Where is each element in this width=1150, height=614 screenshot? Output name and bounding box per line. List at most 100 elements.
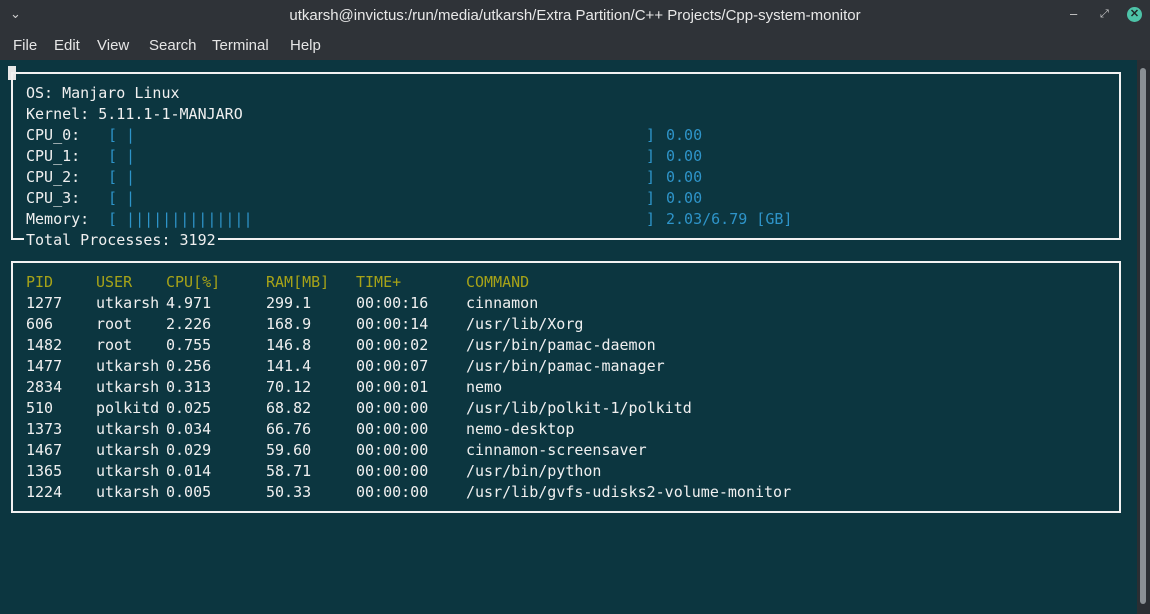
header-command: COMMAND — [466, 273, 530, 291]
table-row-command: /usr/bin/pamac-daemon — [466, 336, 656, 354]
table-row-cpu: 0.034 — [166, 420, 212, 438]
table-row-ram: 59.60 — [266, 441, 312, 459]
memory-bar: [ |||||||||||||| — [108, 210, 253, 228]
table-row-user: utkarsh — [96, 441, 160, 459]
table-row-command: nemo — [466, 378, 503, 396]
menu-help[interactable]: Help — [290, 37, 321, 54]
kernel-value: 5.11.1-1-MANJARO — [98, 105, 243, 123]
menu-search[interactable]: Search — [149, 37, 197, 54]
table-row-cpu: 0.029 — [166, 441, 212, 459]
table-row-command: cinnamon — [466, 294, 539, 312]
cpu-label: CPU_0: — [26, 126, 81, 144]
kernel-label: Kernel: — [26, 105, 99, 123]
table-row-time: 00:00:00 — [356, 420, 429, 438]
cpu-bar: [ | — [108, 147, 136, 165]
title-bar: ⌄ utkarsh@invictus:/run/media/utkarsh/Ex… — [0, 0, 1150, 32]
os-label: OS: — [26, 84, 63, 102]
table-row-command: /usr/lib/polkit-1/polkitd — [466, 399, 692, 417]
header-time: TIME+ — [356, 273, 402, 291]
table-row-command: /usr/bin/python — [466, 462, 602, 480]
table-row-user: root — [96, 315, 133, 333]
table-row-time: 00:00:01 — [356, 378, 429, 396]
table-row-user: utkarsh — [96, 357, 160, 375]
scrollbar[interactable] — [1137, 60, 1150, 614]
table-row-user: utkarsh — [96, 420, 160, 438]
menu-edit[interactable]: Edit — [54, 37, 80, 54]
table-row-pid: 1365 — [26, 462, 63, 480]
table-row-user: utkarsh — [96, 462, 160, 480]
os-value: Manjaro Linux — [62, 84, 180, 102]
header-ram: RAM[MB] — [266, 273, 330, 291]
table-row-time: 00:00:16 — [356, 294, 429, 312]
menu-view[interactable]: View — [97, 37, 129, 54]
table-row-ram: 146.8 — [266, 336, 312, 354]
table-row-ram: 68.82 — [266, 399, 312, 417]
cpu-bar: [ | — [108, 168, 136, 186]
cpu-value: 0.00 — [666, 126, 703, 144]
table-row-user: utkarsh — [96, 483, 160, 501]
table-row-command: cinnamon-screensaver — [466, 441, 647, 459]
kernel-line: Kernel: 5.11.1-1-MANJARO — [26, 104, 243, 125]
table-row-pid: 1482 — [26, 336, 63, 354]
table-row-command: /usr/lib/Xorg — [466, 315, 584, 333]
header-user: USER — [96, 273, 133, 291]
memory-label: Memory: — [26, 210, 90, 228]
table-row-ram: 66.76 — [266, 420, 312, 438]
table-row-time: 00:00:00 — [356, 399, 429, 417]
cpu-bar-close: ] — [646, 168, 656, 186]
table-row-command: /usr/bin/pamac-manager — [466, 357, 665, 375]
cpu-bar: [ | — [108, 126, 136, 144]
cpu-value: 0.00 — [666, 168, 703, 186]
cpu-label: CPU_1: — [26, 147, 81, 165]
cpu-bar-close: ] — [646, 126, 656, 144]
cpu-bar-close: ] — [646, 189, 656, 207]
table-row-time: 00:00:00 — [356, 483, 429, 501]
close-icon[interactable]: ✕ — [1127, 7, 1142, 22]
table-row-ram: 168.9 — [266, 315, 312, 333]
table-row-time: 00:00:00 — [356, 441, 429, 459]
cpu-label: CPU_2: — [26, 168, 81, 186]
table-row-ram: 70.12 — [266, 378, 312, 396]
table-row-cpu: 0.025 — [166, 399, 212, 417]
table-row-ram: 299.1 — [266, 294, 312, 312]
table-row-cpu: 4.971 — [166, 294, 212, 312]
table-row-user: utkarsh — [96, 378, 160, 396]
window-title: utkarsh@invictus:/run/media/utkarsh/Extr… — [289, 7, 861, 24]
table-row-ram: 58.71 — [266, 462, 312, 480]
header-pid: PID — [26, 273, 54, 291]
cpu-value: 0.00 — [666, 147, 703, 165]
menu-terminal[interactable]: Terminal — [212, 37, 269, 54]
table-row-user: utkarsh — [96, 294, 160, 312]
table-row-time: 00:00:07 — [356, 357, 429, 375]
cpu-label: CPU_3: — [26, 189, 81, 207]
cpu-bar-close: ] — [646, 147, 656, 165]
table-row-command: /usr/lib/gvfs-udisks2-volume-monitor — [466, 483, 792, 501]
table-row-command: nemo-desktop — [466, 420, 575, 438]
scrollbar-thumb[interactable] — [1140, 68, 1146, 604]
table-row-time: 00:00:00 — [356, 462, 429, 480]
table-row-pid: 1224 — [26, 483, 63, 501]
table-row-cpu: 0.014 — [166, 462, 212, 480]
menu-file[interactable]: File — [13, 37, 37, 54]
table-row-pid: 1477 — [26, 357, 63, 375]
cpu-bar: [ | — [108, 189, 136, 207]
total-processes: Total Processes: 3192 — [24, 230, 218, 251]
table-row-pid: 1277 — [26, 294, 63, 312]
memory-value: 2.03/6.79 [GB] — [666, 210, 793, 228]
total-processes-label: Total Processes: — [26, 231, 180, 249]
table-row-cpu: 2.226 — [166, 315, 212, 333]
menu-bar: File Edit View Search Terminal Help — [0, 32, 1150, 60]
table-row-cpu: 0.256 — [166, 357, 212, 375]
minimize-icon[interactable]: – — [1070, 6, 1077, 21]
table-row-time: 00:00:02 — [356, 336, 429, 354]
maximize-icon[interactable]: ⤢ — [1100, 8, 1109, 21]
table-row-time: 00:00:14 — [356, 315, 429, 333]
table-row-pid: 510 — [26, 399, 54, 417]
table-row-ram: 50.33 — [266, 483, 312, 501]
table-row-user: root — [96, 336, 133, 354]
cpu-value: 0.00 — [666, 189, 703, 207]
table-row-user: polkitd — [96, 399, 160, 417]
table-row-cpu: 0.313 — [166, 378, 212, 396]
table-row-pid: 1373 — [26, 420, 63, 438]
memory-bar-close: ] — [646, 210, 656, 228]
